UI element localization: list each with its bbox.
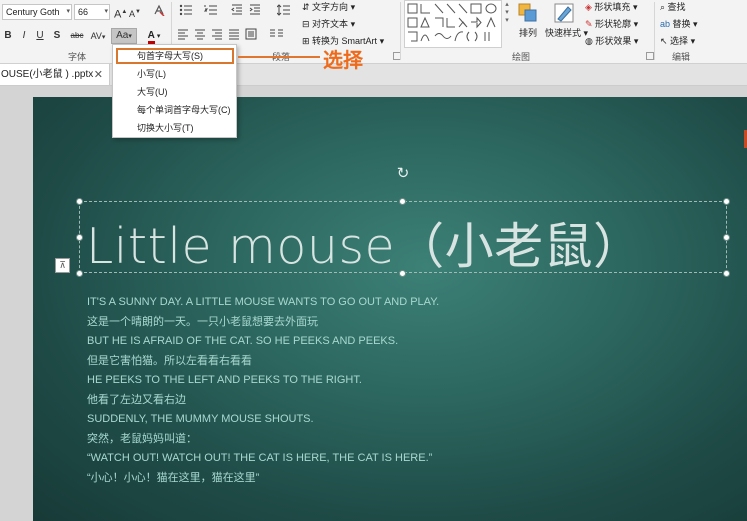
shape-fill-button[interactable]: ◈ 形状填充 ▾: [585, 1, 637, 13]
body-line: IT'S A SUNNY DAY. A LITTLE MOUSE WANTS T…: [87, 296, 440, 308]
body-line: “WATCH OUT! WATCH OUT! THE CAT IS HERE, …: [87, 452, 433, 464]
find-button[interactable]: ⌕ 查找: [660, 1, 686, 13]
menu-item-capitalize-each-word[interactable]: 每个单词首字母大写(C): [137, 104, 231, 117]
font-name-value: Century Goth: [6, 7, 60, 17]
callout-line: [238, 56, 320, 58]
close-icon[interactable]: ✕: [94, 64, 103, 86]
italic-button[interactable]: I: [18, 28, 30, 44]
replace-button[interactable]: ab 替换 ▾: [660, 18, 698, 30]
gallery-scrollbar[interactable]: ▴ ▾ ▾: [501, 0, 512, 48]
decrease-indent-icon[interactable]: [230, 4, 244, 20]
resize-handle[interactable]: [76, 198, 83, 205]
bold-button[interactable]: B: [2, 28, 14, 44]
pen-icon: ✎: [585, 19, 596, 29]
shape-outline-button[interactable]: ✎ 形状轮廓 ▾: [585, 18, 638, 30]
font-group-label: 字体: [68, 52, 87, 62]
divider: [654, 2, 655, 60]
align-text-icon: ⊟: [302, 19, 313, 29]
body-line: 突然，老鼠妈妈叫道：: [87, 432, 197, 445]
callout-text: 选择: [323, 48, 363, 72]
body-line: 但是它害怕猫。所以左看看右看看: [87, 354, 252, 367]
line-spacing-icon[interactable]: [274, 4, 294, 20]
resize-handle[interactable]: [723, 198, 730, 205]
smartart-icon: ⊞: [302, 36, 313, 46]
increase-indent-icon[interactable]: [248, 4, 262, 20]
menu-item-toggle-case[interactable]: 切换大小写(T): [137, 122, 194, 135]
replace-icon: ab: [660, 19, 673, 29]
document-tab-title: OUSE(小老鼠 ) .pptx: [1, 69, 94, 80]
menu-item-sentence-case[interactable]: 句首字母大写(S): [137, 50, 203, 63]
quick-styles-button[interactable]: 快速样式 ▾: [545, 27, 588, 39]
align-right-icon[interactable]: [210, 28, 224, 44]
chevron-down-icon[interactable]: ▾: [104, 5, 108, 19]
columns-icon[interactable]: [266, 28, 288, 44]
font-size-value: 66: [78, 7, 89, 17]
shadow-button[interactable]: S: [51, 28, 63, 44]
font-size-combo[interactable]: 66 ▾: [74, 4, 110, 20]
arrange-icon[interactable]: [517, 2, 539, 24]
layout-options-icon[interactable]: ⊼: [55, 258, 70, 273]
numbering-icon[interactable]: [200, 4, 222, 20]
resize-handle[interactable]: [76, 234, 83, 241]
arrange-button[interactable]: 排列: [519, 27, 537, 39]
body-line: HE PEEKS TO THE LEFT AND PEEKS TO THE RI…: [87, 374, 362, 386]
body-line: 这是一个晴朗的一天。一只小老鼠想要去外面玩: [87, 315, 318, 328]
menu-item-uppercase[interactable]: 大写(U): [137, 86, 168, 99]
align-text-button[interactable]: ⊟ 对齐文本 ▾: [302, 18, 355, 30]
body-line: SUDDENLY, THE MUMMY MOUSE SHOUTS.: [87, 413, 314, 425]
distributed-icon[interactable]: [244, 28, 258, 44]
shapes-gallery[interactable]: [404, 0, 512, 48]
shrink-font-button[interactable]: A▼: [129, 4, 141, 20]
select-button[interactable]: ↖ 选择 ▾: [660, 35, 695, 47]
body-line: “小心！小心！猫在这里，猫在这里”: [87, 471, 260, 484]
effects-icon: ◍: [585, 36, 596, 46]
slide-canvas[interactable]: ↻ Little mouse（小老鼠） IT'S A SUNNY DAY. A …: [33, 97, 747, 521]
slide-body[interactable]: IT'S A SUNNY DAY. A LITTLE MOUSE WANTS T…: [87, 293, 439, 488]
text-direction-icon: ⇵: [302, 2, 313, 12]
justify-icon[interactable]: [227, 28, 241, 44]
shapes-gallery-icons: [407, 3, 497, 42]
bullets-icon[interactable]: [176, 4, 196, 20]
editing-group-label: 编辑: [672, 52, 691, 62]
resize-handle[interactable]: [76, 270, 83, 277]
change-case-menu: 句首字母大写(S) 小写(L) 大写(U) 每个单词首字母大写(C) 切换大小写…: [112, 44, 237, 138]
resize-handle[interactable]: [399, 198, 406, 205]
chevron-down-icon[interactable]: ▾: [66, 5, 70, 19]
quick-styles-icon[interactable]: [553, 2, 575, 24]
rotate-handle-icon[interactable]: ↻: [395, 166, 411, 182]
document-tab[interactable]: OUSE(小老鼠 ) .pptx ✕: [0, 64, 110, 86]
align-left-icon[interactable]: [176, 28, 190, 44]
align-center-icon[interactable]: [193, 28, 207, 44]
divider: [400, 2, 401, 60]
font-name-combo[interactable]: Century Goth ▾: [2, 4, 72, 20]
strikethrough-button[interactable]: abc: [68, 28, 86, 44]
shape-effects-button[interactable]: ◍ 形状效果 ▾: [585, 35, 638, 47]
slide-title[interactable]: Little mouse（小老鼠）: [86, 207, 643, 278]
change-case-button[interactable]: Aa▾: [111, 28, 137, 44]
resize-handle[interactable]: [723, 234, 730, 241]
drawing-group-label: 绘图: [512, 52, 531, 62]
grow-font-button[interactable]: A▲: [114, 4, 127, 21]
resize-handle[interactable]: [723, 270, 730, 277]
menu-item-lowercase[interactable]: 小写(L): [137, 68, 166, 81]
underline-button[interactable]: U: [34, 28, 46, 44]
font-color-button[interactable]: A ▾: [143, 28, 165, 44]
clear-formatting-icon[interactable]: [152, 4, 166, 20]
search-icon: ⌕: [660, 2, 668, 12]
drawing-launcher-icon[interactable]: [646, 52, 654, 60]
body-line: 他看了左边又看右边: [87, 393, 186, 406]
body-line: BUT HE IS AFRAID OF THE CAT. SO HE PEEKS…: [87, 335, 399, 347]
cursor-icon: ↖: [660, 36, 671, 46]
text-direction-button[interactable]: ⇵ 文字方向 ▾: [302, 1, 355, 13]
char-spacing-button[interactable]: AV▾: [88, 28, 108, 44]
paint-bucket-icon: ◈: [585, 2, 595, 12]
